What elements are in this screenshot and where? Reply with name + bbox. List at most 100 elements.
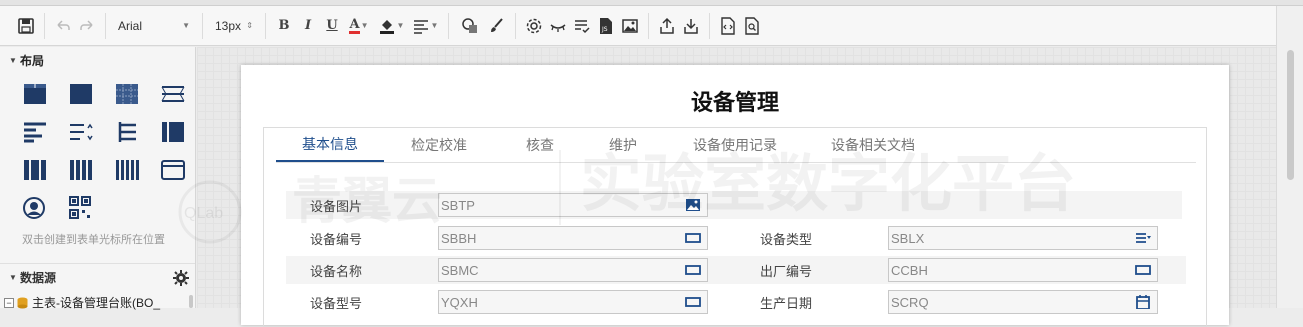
tab-usage-records[interactable]: 设备使用记录 [660,128,810,162]
layout-section-header[interactable]: ▼ 布局 [0,47,195,73]
layout-title: 布局 [20,53,45,68]
layout-columns-4[interactable] [64,151,110,189]
code-button[interactable] [716,14,740,38]
upload-icon [660,17,674,34]
shape-button[interactable] [455,14,485,38]
tab-related-docs[interactable]: 设备相关文档 [810,128,936,162]
italic-button[interactable]: I [296,14,320,38]
name-field[interactable]: SBMC [438,258,708,282]
tab-divider [276,162,1196,163]
textbox-icon [1135,265,1151,275]
name-label: 设备名称 [286,256,436,284]
bold-icon: B [278,18,290,33]
layout-left-align[interactable] [18,113,64,151]
font-color-button[interactable]: A ▼ [344,14,374,38]
brush-icon [491,17,503,32]
layout-table-header[interactable] [18,75,64,113]
hide-button[interactable] [546,14,570,38]
layout-columns-3[interactable] [18,151,64,189]
layout-columns-2[interactable] [156,113,202,151]
fill-color-button[interactable]: ▼ [374,14,408,38]
left-panel: ▼ 布局 双击创建到表单光标所在位置 ▼ 数据源 − 主表-设备管理台账(BO_ [0,47,196,311]
gear-icon [526,18,542,33]
export-button[interactable] [655,14,679,38]
list-check-button[interactable] [570,14,594,38]
layout-hint-text: 双击创建到表单光标所在位置 [22,234,165,246]
type-field-cell: SBLX [886,224,1186,252]
empty-field-cell [886,191,1182,219]
layout-tree[interactable] [110,113,156,151]
bold-button[interactable]: B [272,14,296,38]
align-button[interactable]: ▼ [408,14,442,38]
redo-icon[interactable] [75,14,99,38]
tab-bar: 基本信息 检定校准 核查 维护 设备使用记录 设备相关文档 [276,128,936,162]
format-brush-button[interactable] [485,14,509,38]
stepper-arrows-icon: ⇕ [246,21,253,30]
toolbar-separator [648,12,649,39]
image-button[interactable] [618,14,642,38]
preview-file-icon [745,16,759,35]
layout-divider[interactable] [156,75,202,113]
code-field[interactable]: SBBH [438,226,708,250]
layout-block[interactable] [64,75,110,113]
production-date-field[interactable]: SCRQ [888,290,1158,314]
textbox-icon [685,265,701,275]
image-icon [686,199,700,211]
tab-basic-info[interactable]: 基本信息 [276,128,384,162]
code-field-cell: SBBH [436,224,736,252]
chevron-down-icon: ▼ [182,21,190,30]
production-date-label: 生产日期 [736,288,886,316]
layout-grid [0,75,195,227]
download-icon [684,18,698,34]
tab-maintenance[interactable]: 维护 [586,128,660,162]
form-row: 设备型号 YQXH 生产日期 SCRQ [286,288,1186,316]
toolbar-separator [448,12,449,39]
collapse-triangle-icon: ▼ [9,273,17,282]
vertical-scrollbar[interactable] [1276,6,1303,308]
collapse-minus-icon[interactable]: − [4,297,14,308]
database-icon [17,297,28,308]
select-list-icon [1136,233,1151,243]
font-size-stepper[interactable]: 13px ⇕ [209,13,259,39]
left-panel-scrollbar[interactable] [189,295,193,308]
layout-panel[interactable] [156,151,202,189]
tab-check[interactable]: 核查 [494,128,586,162]
scrollbar-thumb[interactable] [1287,50,1294,180]
factory-no-field[interactable]: CCBH [888,258,1158,282]
js-button[interactable]: JS [594,14,618,38]
save-icon[interactable] [14,14,38,38]
image-icon [622,18,638,33]
name-field-value: SBMC [441,262,479,278]
italic-icon: I [304,18,312,33]
layout-grid-table[interactable] [110,75,156,113]
toolbar: Arial ▼ 13px ⇕ B I U A ▼ ▼ ▼ JS [0,6,1276,46]
layout-avatar[interactable] [18,189,64,227]
textbox-icon [685,233,701,243]
import-button[interactable] [679,14,703,38]
preview-button[interactable] [740,14,764,38]
toolbar-separator [202,12,203,39]
undo-icon[interactable] [51,14,75,38]
toolbar-separator [44,12,45,39]
photo-field[interactable]: SBTP [438,193,708,217]
tab-calibration[interactable]: 检定校准 [384,128,494,162]
font-size-value: 13px [215,18,242,33]
layout-list-sort[interactable] [64,113,110,151]
font-family-select[interactable]: Arial ▼ [112,13,196,39]
textbox-icon [685,297,701,307]
align-left-icon [413,19,428,34]
model-field-cell: YQXH [436,288,736,316]
datasource-section-header[interactable]: ▼ 数据源 [0,263,195,291]
layout-columns-5[interactable] [110,151,156,189]
gear-icon[interactable] [173,270,189,286]
settings-button[interactable] [522,14,546,38]
factory-no-field-value: CCBH [891,262,928,278]
underline-button[interactable]: U [320,14,344,38]
tree-item-main-table[interactable]: − 主表-设备管理台账(BO_ [4,294,160,311]
model-field[interactable]: YQXH [438,290,708,314]
datasource-title: 数据源 [20,271,57,285]
shape-icon [462,17,477,33]
layout-qrcode[interactable] [64,189,110,227]
tree-item-label: 主表-设备管理台账(BO_ [32,296,161,310]
type-field[interactable]: SBLX [888,226,1158,250]
